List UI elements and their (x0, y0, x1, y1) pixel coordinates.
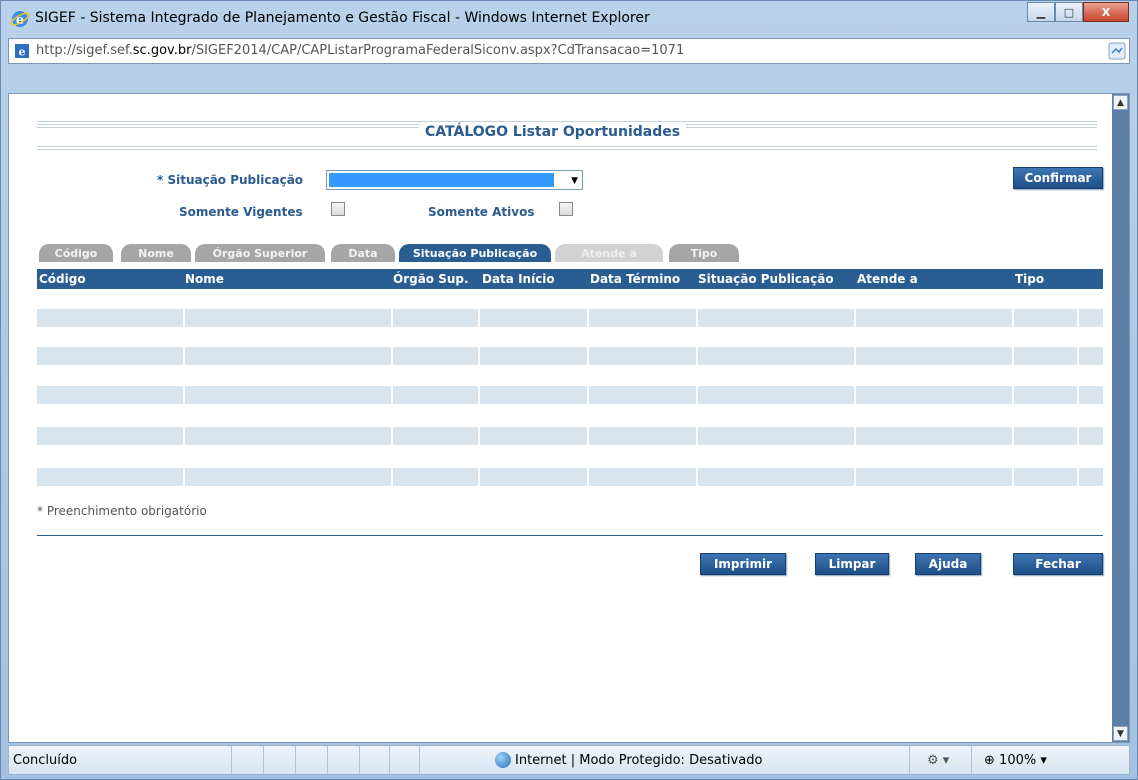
title-bar: e SIGEF - Sistema Integrado de Planejame… (1, 1, 1137, 37)
col-data-termino[interactable]: Data Término (590, 272, 680, 286)
vigentes-checkbox[interactable] (331, 202, 345, 216)
grid-header: Código Nome Órgão Sup. Data Início Data … (37, 269, 1103, 289)
compatibility-view-icon[interactable] (1108, 42, 1126, 60)
maximize-button[interactable]: □ (1055, 2, 1083, 22)
help-button[interactable]: Ajuda (915, 553, 981, 575)
security-zone-text: Internet | Modo Protegido: Desativado (515, 753, 763, 768)
select-highlight (329, 173, 554, 187)
col-orgao-sup[interactable]: Órgão Sup. (393, 272, 469, 286)
vigentes-label: Somente Vigentes (179, 205, 303, 219)
table-row[interactable] (37, 386, 1103, 404)
table-row[interactable] (37, 309, 1103, 327)
window-controls: ▁ □ X (1027, 2, 1129, 22)
svg-text:e: e (19, 46, 26, 59)
ativos-checkbox[interactable] (559, 202, 573, 216)
ie-logo-icon: e (10, 11, 30, 28)
url-text: http://sigef.sef.sc.gov.br/SIGEF2014/CAP… (36, 43, 684, 58)
zoom-value: 100% (999, 753, 1037, 768)
tab-codigo[interactable]: Código (39, 244, 113, 262)
col-tipo[interactable]: Tipo (1015, 272, 1044, 286)
ativos-label: Somente Ativos (428, 205, 535, 219)
url-domain: sc.gov.br (132, 43, 192, 58)
scroll-up-icon[interactable]: ▲ (1113, 95, 1128, 110)
required-note: * Preenchimento obrigatório (37, 504, 207, 518)
col-nome[interactable]: Nome (185, 272, 224, 286)
zoom-level[interactable]: ⊕ 100% ▾ (984, 753, 1047, 768)
browser-window: e SIGEF - Sistema Integrado de Planejame… (0, 0, 1138, 780)
close-page-button[interactable]: Fechar (1013, 553, 1103, 575)
zoom-icon: ⊕ (984, 753, 995, 768)
tab-orgao-superior[interactable]: Órgão Superior (195, 244, 325, 262)
table-row[interactable] (37, 427, 1103, 445)
header-rule (37, 146, 1097, 147)
scroll-down-icon[interactable]: ▼ (1113, 726, 1128, 741)
status-text: Concluído (13, 753, 78, 768)
situacao-label: * Situação Publicação (157, 173, 304, 187)
col-data-inicio[interactable]: Data Início (482, 272, 555, 286)
confirm-button[interactable]: Confirmar (1013, 167, 1103, 189)
minimize-button[interactable]: ▁ (1027, 2, 1055, 22)
window-title: SIGEF - Sistema Integrado de Planejament… (35, 10, 650, 26)
situacao-select[interactable]: ▼ (326, 170, 583, 190)
url-prefix: http://sigef.sef. (36, 43, 133, 58)
vertical-scrollbar[interactable]: ▲ ▼ (1112, 94, 1129, 742)
col-situacao-publicacao[interactable]: Situação Publicação (698, 272, 834, 286)
table-row[interactable] (37, 468, 1103, 486)
status-bar: Concluído Internet | Modo Protegido: Des… (8, 745, 1130, 775)
tab-nome[interactable]: Nome (121, 244, 191, 262)
tab-tipo[interactable]: Tipo (669, 244, 739, 262)
header-rule (37, 149, 1097, 150)
table-row[interactable] (37, 347, 1103, 365)
page-title: CATÁLOGO Listar Oportunidades (419, 124, 687, 140)
address-bar[interactable]: e http://sigef.sef.sc.gov.br/SIGEF2014/C… (8, 38, 1130, 64)
col-codigo[interactable]: Código (39, 272, 86, 286)
chevron-down-icon[interactable]: ▼ (571, 176, 578, 186)
tab-data[interactable]: Data (331, 244, 395, 262)
footer-divider (37, 535, 1103, 536)
header-rule (37, 121, 1097, 122)
clear-button[interactable]: Limpar (815, 553, 889, 575)
close-button[interactable]: X (1083, 2, 1129, 22)
tab-situacao-publicacao[interactable]: Situação Publicação (399, 244, 551, 262)
page-viewport: CATÁLOGO Listar Oportunidades * Situação… (8, 93, 1130, 743)
internet-zone-icon (495, 752, 511, 768)
print-button[interactable]: Imprimir (700, 553, 786, 575)
tab-atende-a[interactable]: Atende a (555, 244, 663, 262)
protected-mode-icon[interactable]: ⚙ ▾ (927, 753, 949, 768)
ie-page-icon: e (15, 44, 29, 59)
url-path: /SIGEF2014/CAP/CAPListarProgramaFederalS… (191, 43, 685, 58)
col-atende-a[interactable]: Atende a (857, 272, 918, 286)
